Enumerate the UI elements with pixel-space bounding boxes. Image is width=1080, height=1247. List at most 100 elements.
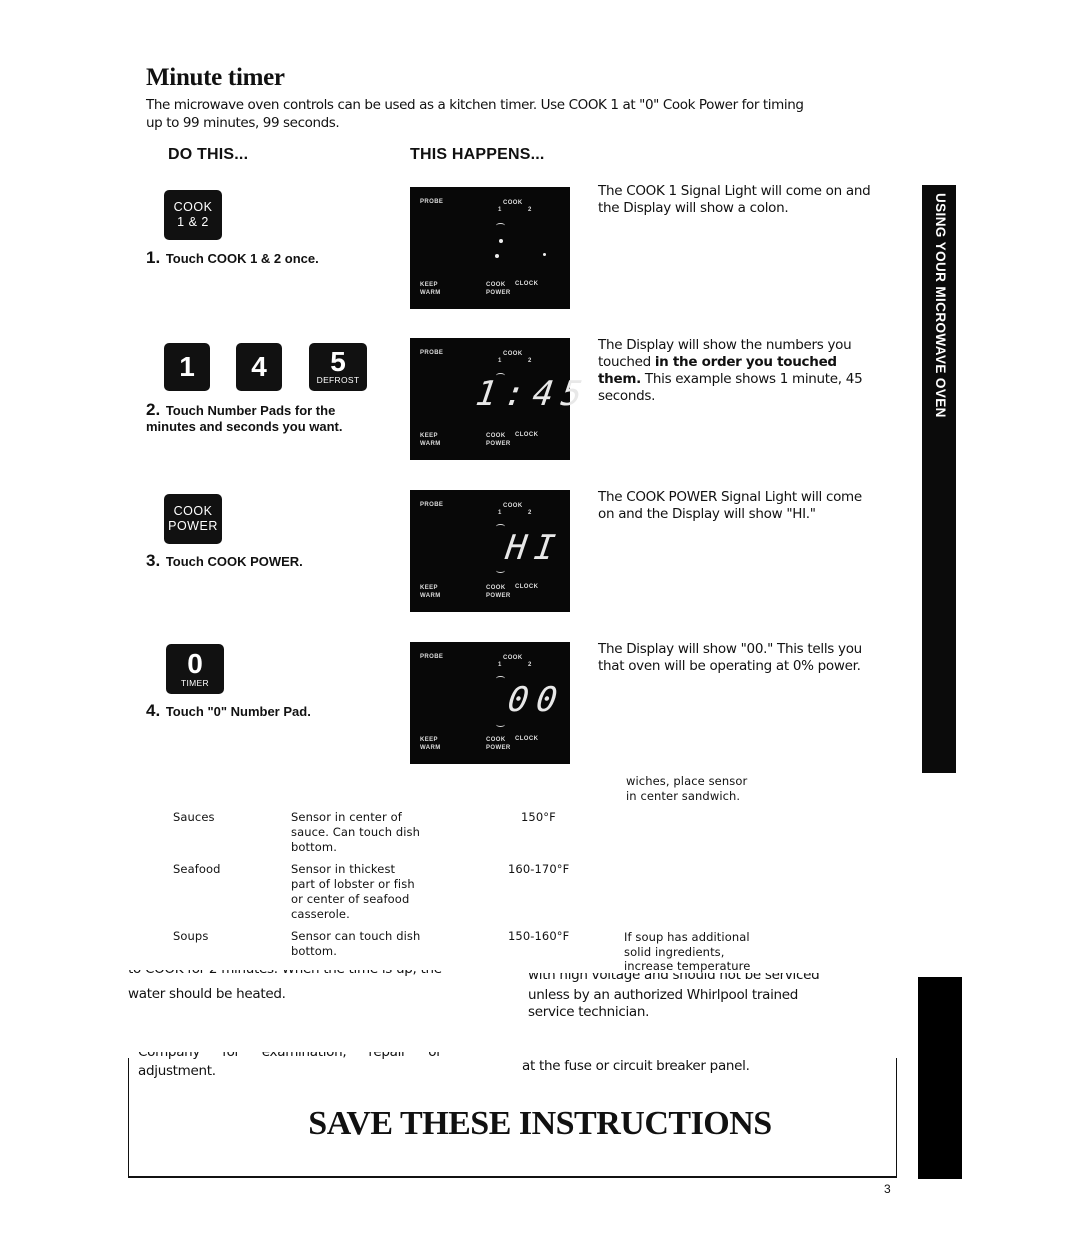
- clipped-line: Company for examination, repair or: [138, 1052, 442, 1060]
- page-number: 3: [884, 1182, 891, 1196]
- step-3-instruction: 3. Touch COOK POWER.: [146, 551, 303, 570]
- pad-digit: 5: [330, 346, 346, 377]
- clipped-text-right: with high voltage and should not be serv…: [528, 973, 868, 982]
- step-4-result: The Display will show "00." This tells y…: [598, 641, 862, 674]
- placement-line: casserole.: [291, 907, 350, 921]
- pad-digit: 0: [187, 648, 203, 679]
- number-pad-1: 1: [164, 343, 210, 391]
- step-number: 3.: [146, 551, 161, 570]
- cook-2-label: 2: [528, 510, 532, 516]
- clipped-text-box-left: Company for examination, repair or: [138, 1052, 518, 1060]
- cook-power-label-1: COOK: [486, 737, 506, 743]
- cook-1-label: 1: [498, 358, 502, 364]
- step-1-result: The COOK 1 Signal Light will come on and…: [598, 183, 871, 216]
- table-placement-seafood: Sensor in thickest part of lobster or fi…: [291, 862, 415, 922]
- column-header-this-happens: THIS HAPPENS...: [410, 146, 545, 163]
- cook-power-label-1: COOK: [486, 433, 506, 439]
- side-tab-label: USING YOUR MICROWAVE OVEN: [933, 193, 948, 418]
- note-line: in center sandwich.: [626, 789, 741, 803]
- probe-label: PROBE: [420, 654, 444, 660]
- intro-paragraph: The microwave oven controls can be used …: [146, 97, 804, 131]
- pad-sublabel: DEFROST: [316, 375, 360, 385]
- carryover-note: wiches, place sensor in center sandwich.: [626, 774, 747, 804]
- cook2-dot-icon: [543, 253, 546, 256]
- pad-digit: 1: [179, 351, 195, 382]
- display-panel-step-3: PROBE COOK 1 2 HI KEEP WARM COOK POWER C…: [410, 490, 570, 612]
- warm-label: WARM: [420, 745, 441, 751]
- placement-line: bottom.: [291, 840, 337, 854]
- cook-label: COOK: [503, 655, 523, 661]
- cook-power-indicator-icon: [496, 568, 505, 573]
- placement-line: part of lobster or fish: [291, 877, 415, 891]
- table-placement-soups: Sensor can touch dish bottom.: [291, 929, 420, 959]
- pad-digit: 4: [251, 351, 267, 382]
- probe-label: PROBE: [420, 502, 444, 508]
- cook-1-2-pad: COOK 1 & 2: [164, 190, 222, 240]
- cook-1-label: 1: [498, 510, 502, 516]
- probe-label: PROBE: [420, 350, 444, 356]
- cook-power-indicator-icon: [496, 722, 505, 727]
- cook-label: COOK: [503, 503, 523, 509]
- step-text: Touch Number Pads for the minutes and se…: [146, 403, 343, 434]
- step-text: Touch COOK 1 & 2 once.: [165, 251, 319, 266]
- placement-line: sauce. Can touch dish: [291, 825, 421, 839]
- cook-power-label-1: COOK: [486, 282, 506, 288]
- cook-label: COOK: [503, 200, 523, 206]
- table-temp-seafood: 160-170°F: [508, 862, 570, 876]
- step-4-instruction: 4. Touch "0" Number Pad.: [146, 702, 311, 720]
- keep-label: KEEP: [420, 585, 438, 591]
- keep-label: KEEP: [420, 433, 438, 439]
- pad-sublabel: TIMER: [181, 678, 209, 688]
- table-temp-sauces: 150°F: [521, 810, 556, 824]
- note-line: If soup has additional: [624, 930, 750, 944]
- placement-line: bottom.: [291, 944, 337, 958]
- clipped-text-left: to COOK for 2 minutes. When the time is …: [128, 970, 488, 978]
- box-text-left: adjustment.: [138, 1063, 216, 1079]
- number-pad-0-timer: 0 TIMER: [166, 644, 224, 694]
- colon-dot-lower-icon: [495, 254, 499, 258]
- placement-line: Sensor in thickest: [291, 862, 396, 876]
- placement-line: Sensor can touch dish: [291, 929, 421, 943]
- clock-label: CLOCK: [515, 584, 539, 590]
- clock-label: CLOCK: [515, 736, 539, 742]
- cook-2-label: 2: [528, 662, 532, 668]
- step-number: 1.: [146, 248, 161, 267]
- number-pad-5-defrost: 5 DEFROST: [309, 343, 367, 391]
- clipped-line: with high voltage and should not be serv…: [528, 973, 820, 982]
- body-text-left: water should be heated.: [128, 986, 286, 1002]
- cook-power-pad: COOK POWER: [164, 494, 222, 544]
- warm-label: WARM: [420, 290, 441, 296]
- section-title: Minute timer: [146, 64, 285, 91]
- page-edge-marker: [918, 977, 962, 1179]
- table-food-soups: Soups: [173, 929, 209, 943]
- cook-label: COOK: [503, 351, 523, 357]
- pad-label-line1: COOK: [173, 200, 213, 214]
- digit-readout: 00: [505, 680, 568, 720]
- keep-label: KEEP: [420, 737, 438, 743]
- cook-power-label-2: POWER: [486, 290, 511, 296]
- table-food-sauces: Sauces: [173, 810, 215, 824]
- cook-2-label: 2: [528, 358, 532, 364]
- cook-2-label: 2: [528, 207, 532, 213]
- clipped-line: to COOK for 2 minutes. When the time is …: [128, 970, 488, 978]
- cook-power-label-2: POWER: [486, 593, 511, 599]
- placement-line: or center of seafood: [291, 892, 410, 906]
- note-line: wiches, place sensor: [626, 774, 748, 788]
- cook1-indicator-icon: [496, 524, 505, 529]
- step-text: Touch COOK POWER.: [165, 554, 303, 569]
- warm-label: WARM: [420, 441, 441, 447]
- box-text-right: at the fuse or circuit breaker panel.: [522, 1058, 750, 1074]
- pad-label-line2: POWER: [168, 519, 218, 533]
- body-text-right-line3: service technician.: [528, 1004, 650, 1020]
- pad-label-line1: COOK: [173, 504, 213, 518]
- digit-readout: 1:45: [473, 374, 593, 414]
- step-1-instruction: 1. Touch COOK 1 & 2 once.: [146, 248, 319, 267]
- display-panel-step-4: PROBE COOK 1 2 00 KEEP WARM COOK POWER C…: [410, 642, 570, 764]
- step-number: 2.: [146, 400, 161, 419]
- colon-dot-upper-icon: [499, 239, 503, 243]
- body-text-right-line2: unless by an authorized Whirlpool traine…: [528, 987, 799, 1003]
- clock-label: CLOCK: [515, 281, 539, 287]
- note-line: increase temperature: [624, 959, 751, 973]
- cook-1-label: 1: [498, 662, 502, 668]
- cook-power-label-2: POWER: [486, 441, 511, 447]
